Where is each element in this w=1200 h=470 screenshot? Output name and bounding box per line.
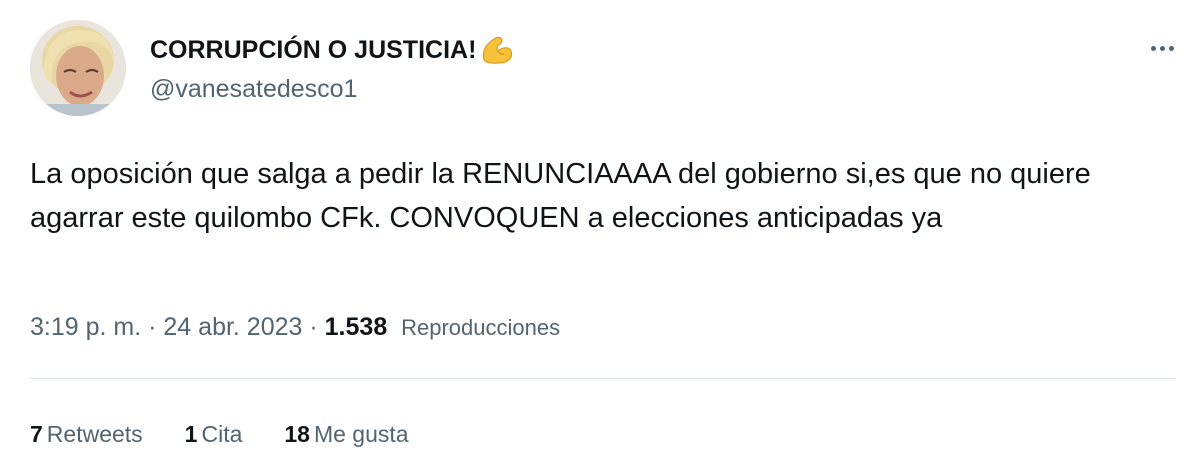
tweet-meta: 3:19 p. m. · 24 abr. 2023 · 1.538 Reprod… (30, 309, 560, 346)
retweets-stat[interactable]: 7 Retweets (30, 417, 143, 451)
engagement-stats: 7 Retweets 1 Cita 18 Me gusta (30, 417, 451, 451)
likes-count: 18 (284, 421, 310, 447)
likes-label: Me gusta (313, 421, 409, 447)
more-dot (1150, 45, 1156, 51)
views-count: 1.538 (324, 313, 395, 341)
tweet-time[interactable]: 3:19 p. m. (30, 313, 141, 341)
meta-separator: · (309, 313, 325, 341)
meta-separator: · (148, 313, 164, 341)
avatar[interactable] (30, 20, 126, 116)
tweet-card: CORRUPCIÓN O JUSTICIA! @vanesatedesco1 L… (0, 0, 1200, 470)
quotes-stat[interactable]: 1 Cita (185, 417, 243, 451)
more-options-icon[interactable] (1144, 36, 1180, 60)
views-label: Reproducciones (401, 315, 561, 340)
likes-stat[interactable]: 18 Me gusta (284, 417, 408, 451)
divider (30, 378, 1176, 379)
retweets-label: Retweets (46, 421, 143, 447)
author-handle[interactable]: @vanesatedesco1 (150, 74, 514, 104)
tweet-text: La oposición que salga a pedir la RENUNC… (30, 158, 1091, 234)
retweets-count: 7 (30, 421, 43, 447)
more-dot (1159, 45, 1165, 51)
quotes-count: 1 (184, 421, 198, 447)
flexed-biceps-emoji-icon (478, 34, 514, 66)
tweet-date[interactable]: 24 abr. 2023 (163, 313, 302, 341)
tweet-header: CORRUPCIÓN O JUSTICIA! @vanesatedesco1 (30, 20, 1180, 120)
quotes-label: Cita (201, 421, 243, 447)
author-name-row[interactable]: CORRUPCIÓN O JUSTICIA! (150, 34, 514, 66)
author-display-name[interactable]: CORRUPCIÓN O JUSTICIA! (150, 35, 476, 65)
more-dot (1168, 45, 1174, 51)
author-block: CORRUPCIÓN O JUSTICIA! @vanesatedesco1 (150, 34, 514, 104)
